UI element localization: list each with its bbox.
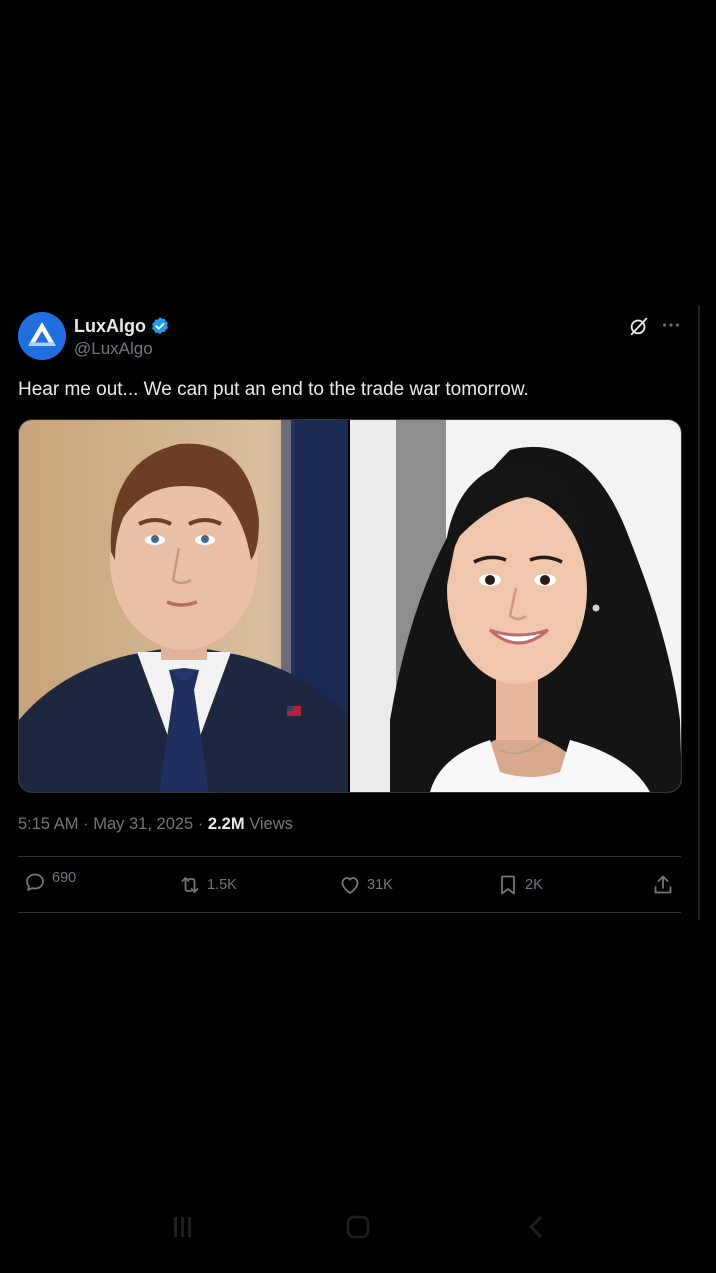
meta-separator: · — [197, 815, 204, 833]
tweet-meta: 5:15 AM · May 31, 2025 · 2.2M Views — [18, 815, 681, 834]
views-count: 2.2M — [207, 815, 245, 833]
tweet-header: LuxAlgo @LuxAlgo — [18, 312, 681, 364]
display-name[interactable]: LuxAlgo — [74, 316, 146, 337]
like-count: 31K — [367, 877, 393, 893]
media-grid[interactable] — [18, 419, 682, 793]
handle[interactable]: @LuxAlgo — [74, 339, 170, 359]
meta-separator: · — [83, 815, 89, 833]
divider — [18, 912, 681, 913]
views-label: Views — [249, 815, 293, 833]
share-button[interactable] — [651, 873, 675, 897]
tweet-text: Hear me out... We can put an end to the … — [18, 379, 529, 400]
back-icon[interactable] — [523, 1213, 551, 1241]
photo-right[interactable] — [348, 420, 681, 792]
recent-apps-icon[interactable] — [168, 1213, 196, 1241]
bookmark-icon — [501, 875, 515, 895]
author-block[interactable]: LuxAlgo @LuxAlgo — [74, 314, 170, 359]
reply-button[interactable]: 690 — [23, 870, 76, 894]
verified-badge-icon — [152, 317, 168, 335]
repost-count: 1.5K — [207, 877, 237, 893]
page: LuxAlgo @LuxAlgo Hear me out... We can p… — [0, 0, 716, 1273]
tweet-date[interactable]: May 31, 2025 — [93, 815, 193, 833]
tweet[interactable]: LuxAlgo @LuxAlgo Hear me out... We can p… — [18, 312, 682, 913]
bookmark-count: 2K — [525, 877, 543, 893]
man-in-suit-image — [19, 420, 348, 792]
grok-icon[interactable] — [628, 315, 650, 337]
heart-icon — [341, 877, 359, 894]
column-border — [698, 305, 700, 920]
repost-icon — [181, 877, 199, 893]
avatar[interactable] — [18, 312, 66, 360]
system-nav-bar — [0, 1205, 716, 1245]
reply-icon — [26, 873, 44, 891]
like-button[interactable]: 31K — [338, 873, 393, 897]
home-icon[interactable] — [344, 1213, 372, 1241]
more-icon[interactable] — [660, 314, 682, 336]
photo-left[interactable] — [19, 420, 348, 792]
luxalgo-logo-icon — [18, 312, 66, 360]
reply-count: 690 — [52, 870, 77, 886]
action-bar: 690 1.5K 31K 2K — [18, 857, 681, 912]
woman-smiling-image — [350, 420, 681, 792]
repost-button[interactable]: 1.5K — [178, 873, 237, 897]
bookmark-button[interactable]: 2K — [496, 873, 543, 897]
tweet-time[interactable]: 5:15 AM — [18, 815, 79, 833]
share-icon — [654, 875, 672, 894]
